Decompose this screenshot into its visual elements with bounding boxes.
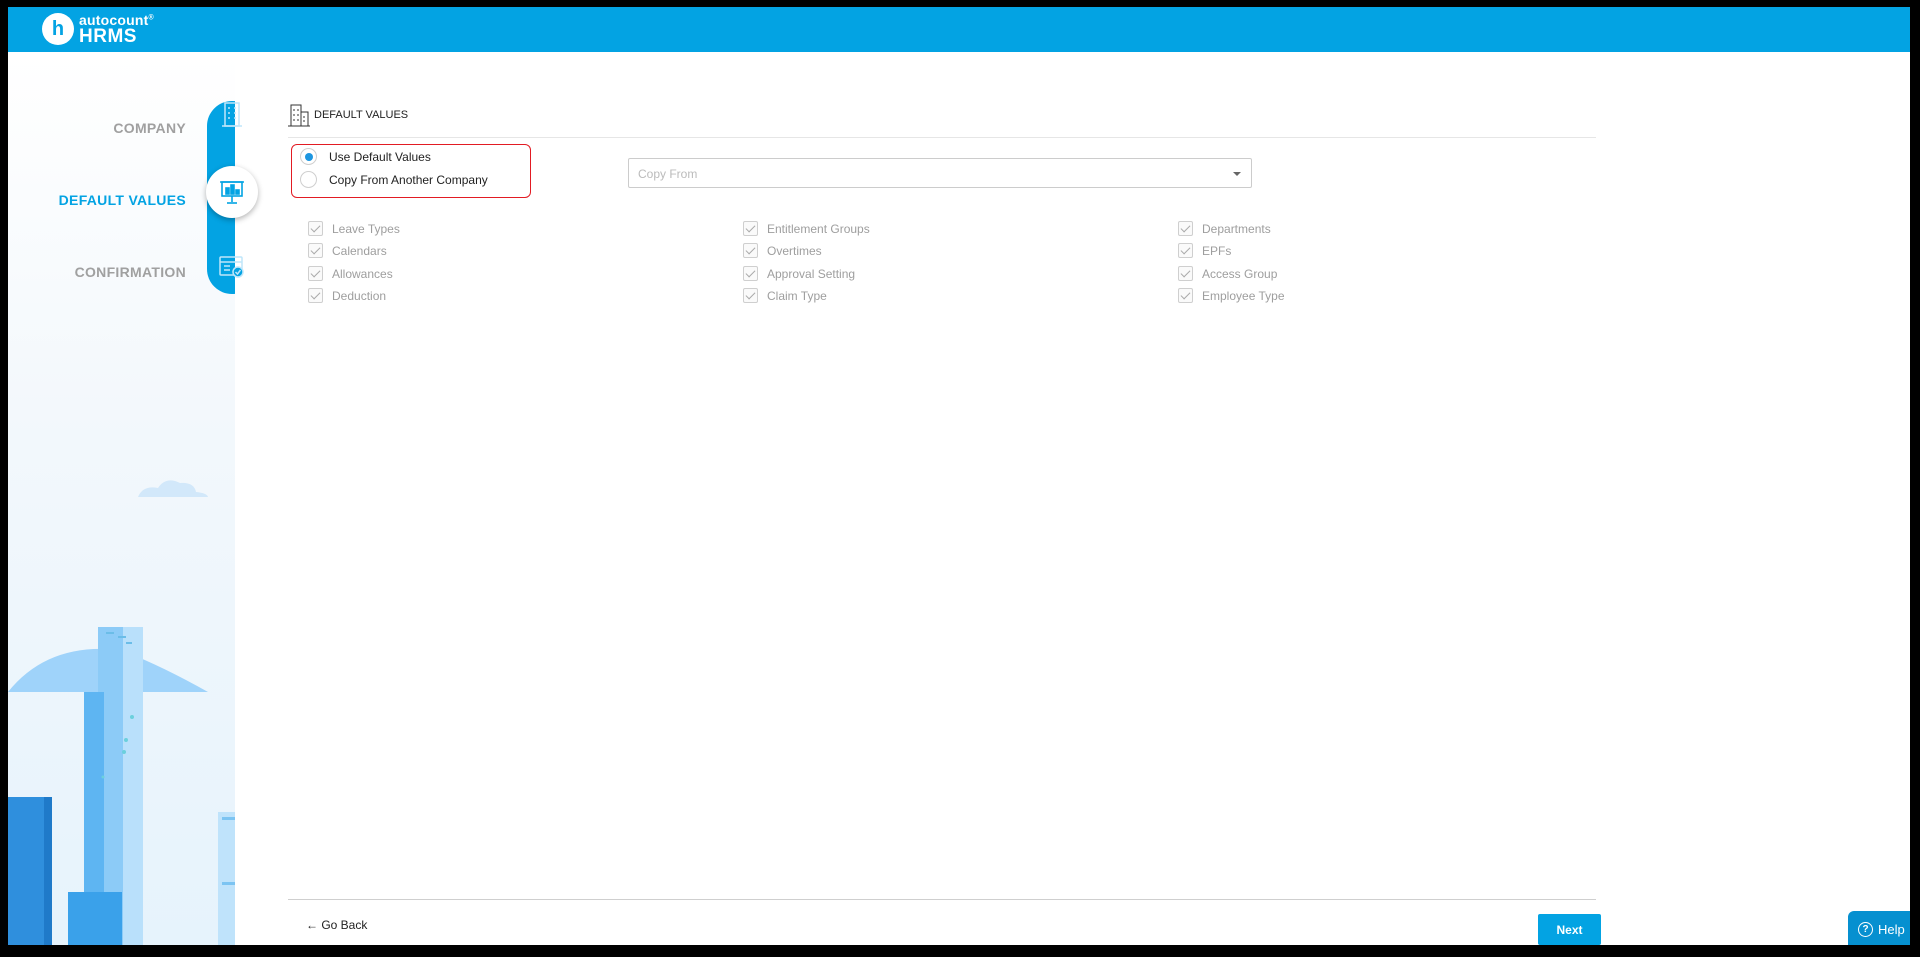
building-icon [288, 104, 310, 127]
option-overtimes[interactable]: Overtimes [743, 243, 822, 258]
active-step-indicator[interactable] [206, 166, 258, 218]
checkbox[interactable] [1178, 266, 1193, 281]
checkbox[interactable] [308, 221, 323, 236]
option-label: Allowances [332, 266, 393, 281]
presentation-board-icon [220, 181, 244, 204]
footer-divider [288, 899, 1596, 900]
step-default-values[interactable]: DEFAULT VALUES [59, 192, 186, 208]
option-allowances[interactable]: Allowances [308, 266, 393, 281]
step-confirmation[interactable]: CONFIRMATION [75, 264, 186, 280]
option-label: Employee Type [1202, 288, 1285, 303]
cloud-illustration [138, 480, 208, 497]
logo-badge-letter: h [51, 17, 65, 40]
section-title: DEFAULT VALUES [314, 109, 409, 121]
option-label: Approval Setting [767, 266, 856, 281]
option-deduction[interactable]: Deduction [308, 288, 386, 303]
option-leave-types[interactable]: Leave Types [308, 221, 400, 236]
copy-from-select[interactable]: Copy From [628, 158, 1252, 188]
help-label: Help [1878, 922, 1905, 937]
option-epfs[interactable]: EPFs [1178, 243, 1231, 258]
option-approval-setting[interactable]: Approval Setting [743, 266, 855, 281]
option-label: Entitlement Groups [767, 221, 870, 236]
header-divider [288, 137, 1596, 138]
radio-use-default-values[interactable]: Use Default Values [300, 148, 431, 165]
checkbox[interactable] [308, 243, 323, 258]
next-button[interactable]: Next [1538, 914, 1601, 945]
checkbox[interactable] [308, 288, 323, 303]
option-label: EPFs [1202, 243, 1232, 258]
checklist-card-icon[interactable] [215, 250, 249, 284]
checkbox[interactable] [743, 243, 758, 258]
radio-label: Use Default Values [329, 149, 431, 164]
top-bar: h autocount® HRMS [8, 7, 1910, 52]
option-label: Access Group [1202, 266, 1278, 281]
app-window: h autocount® HRMS COMPANY DEFAULT VALUES… [8, 7, 1910, 945]
checkbox[interactable] [1178, 243, 1193, 258]
checkbox[interactable] [743, 266, 758, 281]
checkbox[interactable] [743, 288, 758, 303]
radio-button[interactable] [300, 171, 317, 188]
main-content: DEFAULT VALUES Use Default Values Copy F… [288, 52, 1910, 945]
step-company[interactable]: COMPANY [113, 120, 186, 136]
option-label: Deduction [332, 288, 387, 303]
logo-text: autocount® HRMS [79, 13, 154, 46]
go-back-link[interactable]: ← Go Back [306, 918, 367, 932]
option-claim-type[interactable]: Claim Type [743, 288, 827, 303]
city-illustration [8, 480, 235, 945]
building-icon[interactable] [215, 97, 249, 131]
option-entitlement-groups[interactable]: Entitlement Groups [743, 221, 870, 236]
checkbox[interactable] [308, 266, 323, 281]
radio-label: Copy From Another Company [329, 172, 488, 187]
option-employee-type[interactable]: Employee Type [1178, 288, 1285, 303]
option-departments[interactable]: Departments [1178, 221, 1271, 236]
option-calendars[interactable]: Calendars [308, 243, 387, 258]
wizard-sidebar: COMPANY DEFAULT VALUES CONFIRMATION [8, 52, 235, 945]
checkbox[interactable] [743, 221, 758, 236]
logo-product: HRMS [79, 25, 137, 47]
section-header: DEFAULT VALUES [288, 103, 408, 127]
chevron-down-icon [1233, 172, 1241, 176]
help-button[interactable]: ? Help [1848, 911, 1910, 945]
question-icon: ? [1858, 922, 1873, 937]
radio-button[interactable] [300, 148, 317, 165]
option-label: Overtimes [767, 243, 822, 258]
radio-copy-from-another-company[interactable]: Copy From Another Company [300, 171, 488, 188]
option-label: Claim Type [767, 288, 827, 303]
copy-from-placeholder: Copy From [638, 167, 698, 181]
app-logo[interactable]: h autocount® HRMS [42, 11, 154, 47]
logo-badge-icon: h [42, 13, 74, 45]
option-label: Leave Types [332, 221, 400, 236]
option-label: Departments [1202, 221, 1271, 236]
checkbox[interactable] [1178, 221, 1193, 236]
checkbox[interactable] [1178, 288, 1193, 303]
logo-registered: ® [148, 13, 154, 21]
option-access-group[interactable]: Access Group [1178, 266, 1277, 281]
option-label: Calendars [332, 243, 387, 258]
